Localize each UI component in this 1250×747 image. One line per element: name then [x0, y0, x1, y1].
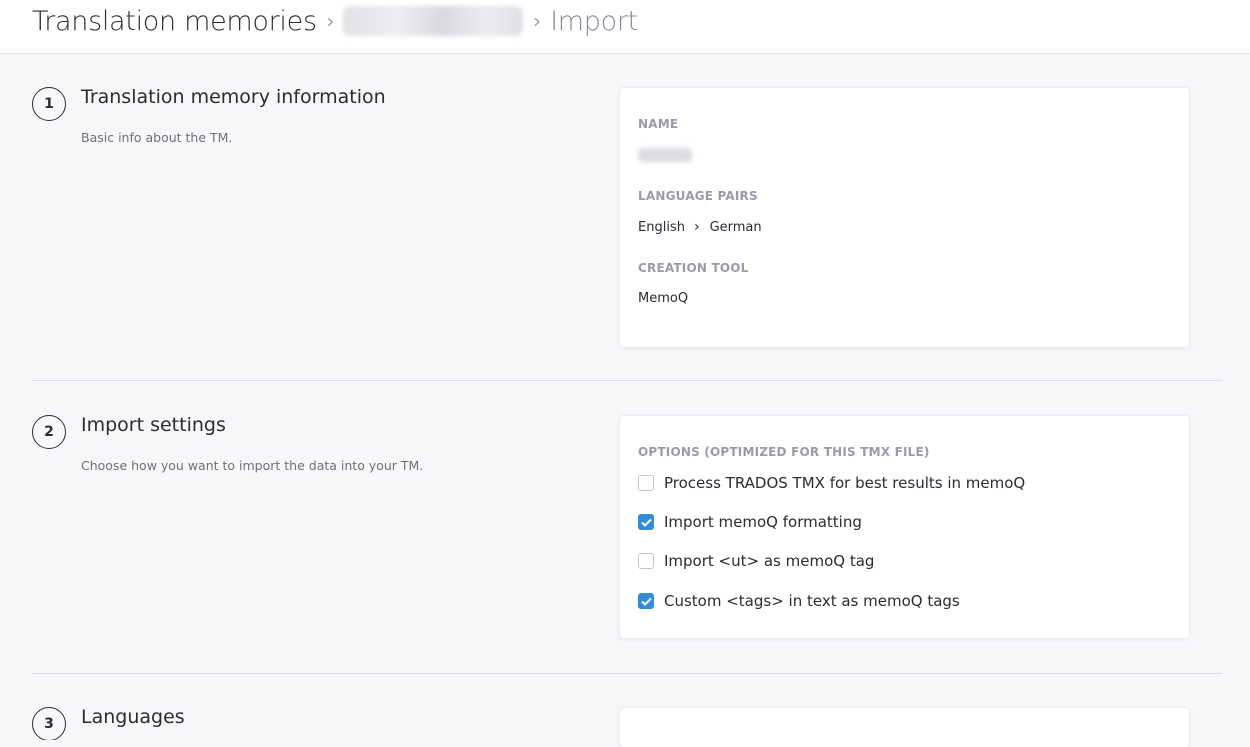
section-divider	[32, 380, 1222, 381]
breadcrumb: Translation memories › › Import	[32, 2, 638, 40]
option-label: Process TRADOS TMX for best results in m…	[664, 474, 1026, 492]
name-label: NAME	[638, 117, 679, 131]
option-label: Import memoQ formatting	[664, 513, 862, 531]
option-label: Import <ut> as memoQ tag	[664, 552, 875, 570]
creation-tool-value: MemoQ	[638, 291, 689, 306]
breadcrumb-current: Import	[550, 5, 638, 37]
option-import-ut-tag[interactable]: Import <ut> as memoQ tag	[638, 552, 874, 570]
section-title: Import settings	[81, 414, 226, 436]
creation-tool-label: CREATION TOOL	[638, 261, 749, 275]
option-process-trados[interactable]: Process TRADOS TMX for best results in m…	[638, 474, 1025, 492]
source-language: English	[638, 219, 685, 235]
language-pair: English › German	[638, 219, 762, 235]
section-description: Basic info about the TM.	[81, 130, 233, 145]
section-description: Choose how you want to import the data i…	[81, 458, 424, 473]
import-settings-card: OPTIONS (OPTIMIZED FOR THIS TMX FILE) Pr…	[619, 415, 1190, 639]
section-title: Languages	[81, 707, 185, 728]
tm-info-card: NAME LANGUAGE PAIRS English › German CRE…	[619, 87, 1190, 348]
options-label: OPTIONS (OPTIMIZED FOR THIS TMX FILE)	[638, 445, 930, 459]
option-custom-tags[interactable]: Custom <tags> in text as memoQ tags	[638, 592, 960, 610]
checkbox[interactable]	[638, 514, 654, 530]
option-import-formatting[interactable]: Import memoQ formatting	[638, 513, 862, 531]
checkbox[interactable]	[638, 553, 654, 569]
checkbox[interactable]	[638, 593, 654, 609]
step-number: 3	[32, 707, 66, 740]
language-pairs-label: LANGUAGE PAIRS	[638, 189, 758, 203]
option-label: Custom <tags> in text as memoQ tags	[664, 592, 960, 610]
breadcrumb-translation-memories[interactable]: Translation memories	[32, 6, 317, 37]
chevron-right-icon: ›	[533, 9, 542, 33]
page-header: Translation memories › › Import	[0, 0, 1250, 54]
breadcrumb-tm-name-redacted[interactable]	[343, 6, 524, 36]
section-title: Translation memory information	[81, 86, 386, 108]
target-language: German	[709, 219, 762, 235]
languages-card	[619, 707, 1190, 747]
chevron-right-icon: ›	[693, 219, 700, 235]
chevron-right-icon: ›	[326, 9, 335, 33]
step-number: 2	[32, 415, 66, 449]
checkbox[interactable]	[638, 475, 654, 491]
section-divider	[32, 673, 1222, 674]
name-value-redacted	[638, 148, 692, 162]
step-number: 1	[32, 87, 66, 121]
